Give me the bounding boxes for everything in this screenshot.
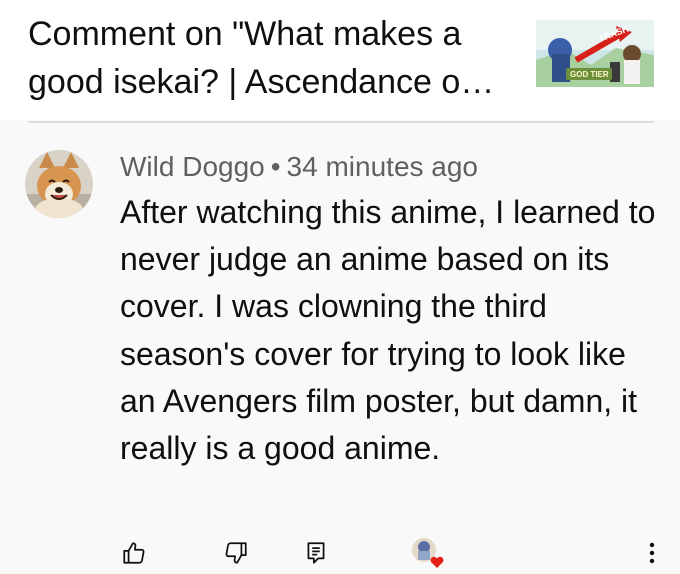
comment-meta: Wild Doggo • 34 minutes ago [120,149,478,185]
reply-icon [307,542,325,564]
avatar[interactable] [25,150,93,218]
author-name[interactable]: Wild Doggo [120,151,265,182]
more-vertical-icon [649,542,655,564]
divider [28,121,654,123]
video-title[interactable]: Comment on "What makes a good isekai? | … [28,10,498,106]
dislike-button[interactable] [221,538,251,568]
comment-header: Comment on "What makes a good isekai? | … [0,0,680,120]
creator-heart [410,536,446,570]
comment-text: After watching this anime, I learned to … [120,194,656,467]
meta-separator: • [270,151,281,182]
thumbnail-text-bottom: GOD TIER [570,70,609,79]
video-thumbnail[interactable]: TRASH GOD TIER [536,20,654,87]
more-button[interactable] [637,538,667,568]
comment-timestamp: 34 minutes ago [286,151,479,182]
thumbs-down-icon [225,542,247,564]
shiba-dog-avatar-icon [25,150,93,218]
creator-heart-icon [412,538,444,568]
thumbnail-image: TRASH GOD TIER [536,20,654,87]
like-button[interactable] [119,538,149,568]
reply-button[interactable] [301,538,331,568]
thumbs-up-icon [123,542,145,564]
